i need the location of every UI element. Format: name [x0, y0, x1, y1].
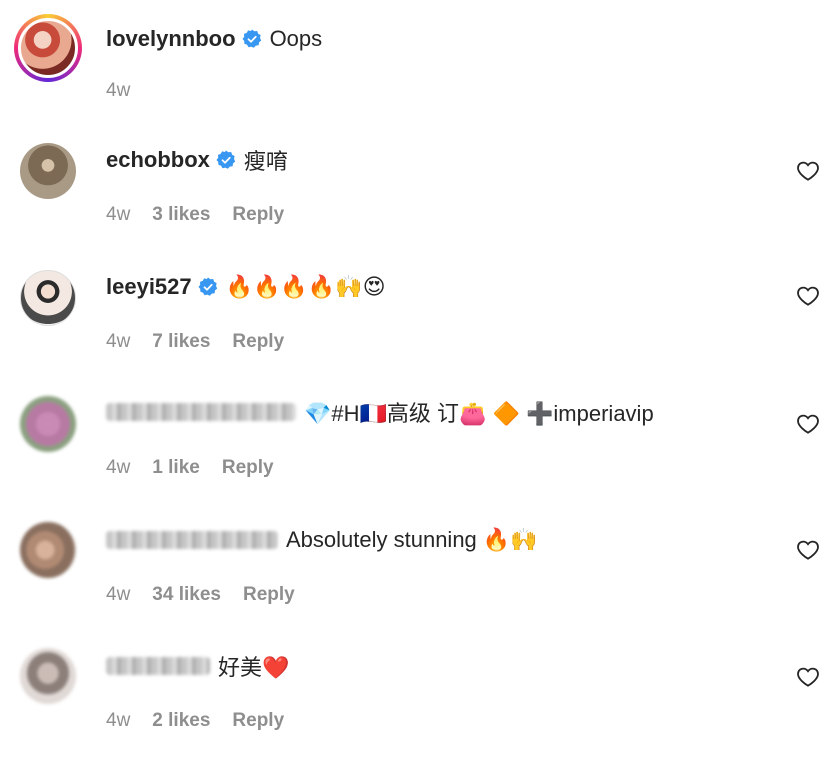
avatar[interactable] [20, 648, 76, 704]
username[interactable]: echobbox [106, 147, 210, 173]
reply-button[interactable]: Reply [232, 331, 284, 353]
heart-outline-icon[interactable] [796, 284, 820, 308]
reply-button[interactable]: Reply [243, 584, 295, 606]
verified-badge-icon [198, 277, 218, 297]
avatar[interactable] [14, 14, 82, 82]
comment-text: 🔥🔥🔥🔥🙌😍 [225, 274, 386, 299]
likes-count[interactable]: 7 likes [152, 331, 210, 353]
avatar[interactable] [20, 143, 76, 199]
likes-count[interactable]: 1 like [152, 457, 200, 479]
username[interactable]: leeyi527 [106, 274, 192, 300]
comment-text: Oops [269, 26, 323, 51]
timestamp[interactable]: 4w [106, 457, 130, 479]
reply-button[interactable]: Reply [232, 204, 284, 226]
username[interactable]: lovelynnboo [106, 26, 236, 52]
likes-count[interactable]: 2 likes [152, 710, 210, 732]
heart-outline-icon[interactable] [796, 412, 820, 436]
comment-text: 好美❤️ [218, 655, 290, 680]
verified-badge-icon [242, 29, 262, 49]
comment-text: 瘦唷 [243, 149, 288, 174]
reply-button[interactable]: Reply [232, 710, 284, 732]
heart-outline-icon[interactable] [796, 665, 820, 689]
verified-badge-icon [216, 150, 236, 170]
timestamp[interactable]: 4w [106, 710, 130, 732]
username-blurred[interactable] [106, 657, 210, 675]
username-blurred[interactable] [106, 403, 296, 421]
comment-text: 💎#H🇫🇷高级 订👛 🔶 ➕imperiavip [304, 401, 654, 426]
timestamp[interactable]: 4w [106, 584, 130, 606]
likes-count[interactable]: 3 likes [152, 204, 210, 226]
comment-text: Absolutely stunning 🔥🙌 [286, 527, 538, 552]
heart-outline-icon[interactable] [796, 538, 820, 562]
username-blurred[interactable] [106, 531, 278, 549]
timestamp[interactable]: 4w [106, 331, 130, 353]
avatar[interactable] [20, 396, 76, 452]
likes-count[interactable]: 34 likes [152, 584, 221, 606]
avatar[interactable] [20, 270, 76, 326]
timestamp[interactable]: 4w [106, 204, 130, 226]
avatar[interactable] [20, 522, 76, 578]
timestamp[interactable]: 4w [106, 80, 130, 102]
heart-outline-icon[interactable] [796, 159, 820, 183]
reply-button[interactable]: Reply [222, 457, 274, 479]
